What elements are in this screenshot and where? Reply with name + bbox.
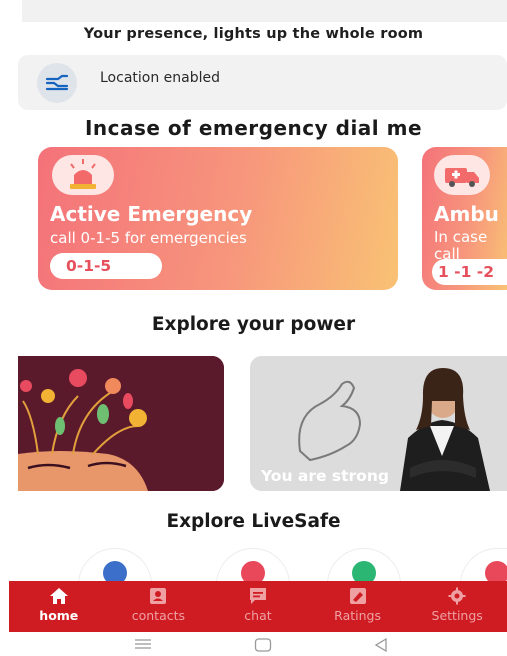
card-subtitle: In case call	[434, 228, 488, 263]
livesafe-heading: Explore LiveSafe	[166, 511, 341, 532]
dial-button[interactable]: 1 -1 -2	[432, 259, 507, 285]
tab-label: Ratings	[334, 608, 381, 623]
settings-icon	[448, 587, 466, 605]
card-title: Active Emergency	[50, 202, 253, 226]
ambulance-icon	[434, 155, 490, 195]
power-heading: Explore your power	[151, 314, 356, 335]
emergency-card-ambulance[interactable]: Ambu In case call 1 -1 -2	[422, 147, 507, 290]
menu-icon[interactable]	[134, 638, 152, 650]
mind-flowers-illustration	[18, 356, 224, 491]
emergency-heading: Incase of emergency dial me	[84, 116, 423, 140]
location-card[interactable]: Location enabled	[18, 55, 507, 110]
tab-ratings[interactable]: Ratings	[308, 581, 408, 632]
bottom-tab-bar: home contacts chat Ratings Settings	[9, 581, 507, 632]
siren-icon	[52, 155, 114, 195]
chat-icon	[249, 588, 266, 604]
dial-button[interactable]: 0-1-5	[50, 253, 162, 279]
page-subtitle: Your presence, lights up the whole room	[83, 26, 424, 42]
power-card-strong[interactable]: You are strong	[250, 356, 507, 491]
top-strip	[22, 0, 507, 22]
ratings-icon	[349, 588, 366, 604]
tab-label: Settings	[431, 608, 483, 623]
tab-contacts[interactable]: contacts	[109, 581, 209, 632]
route-icon	[37, 63, 77, 103]
system-nav-bar	[0, 632, 507, 656]
tab-label: home	[39, 608, 79, 623]
location-status: Location enabled	[100, 70, 221, 86]
tab-settings[interactable]: Settings	[407, 581, 507, 632]
card-title: Ambu	[434, 202, 499, 226]
power-card-caption: You are strong	[261, 467, 389, 485]
tab-label: contacts	[131, 608, 186, 623]
tab-label: chat	[244, 608, 272, 623]
home-icon	[49, 588, 68, 604]
home-button-icon[interactable]	[254, 638, 272, 652]
tab-home[interactable]: home	[9, 581, 109, 632]
back-icon[interactable]	[374, 638, 388, 652]
tab-chat[interactable]: chat	[208, 581, 308, 632]
emergency-card-active[interactable]: Active Emergency call 0-1-5 for emergenc…	[38, 147, 398, 290]
card-subtitle: call 0-1-5 for emergencies	[50, 229, 247, 247]
contacts-icon	[150, 588, 167, 604]
power-card-mind[interactable]	[18, 356, 224, 491]
